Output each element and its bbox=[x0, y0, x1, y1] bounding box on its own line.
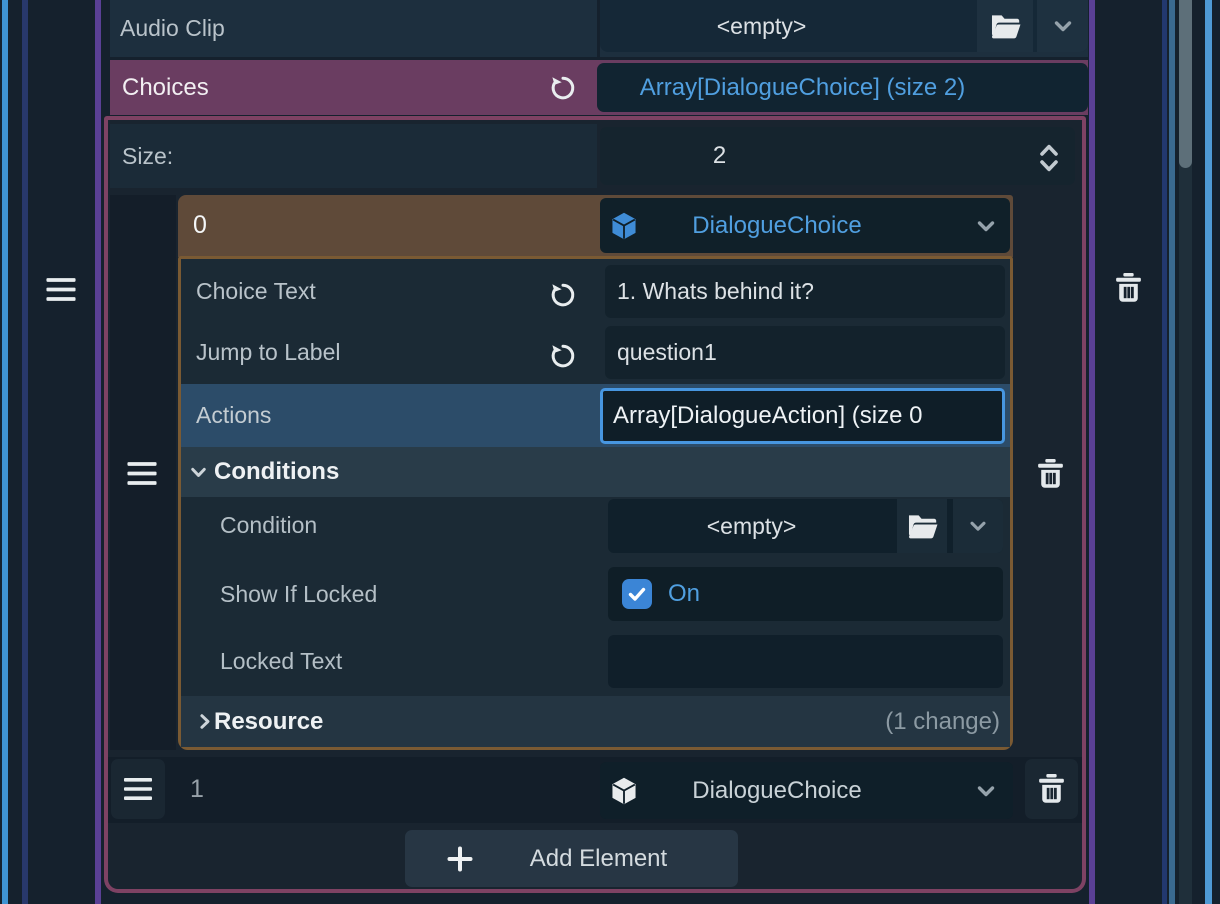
show-if-locked-state: On bbox=[668, 567, 700, 621]
array-size-spinbox[interactable]: 2 bbox=[600, 127, 1075, 185]
element-0-index: 0 bbox=[193, 195, 207, 255]
property-label-choice-text: Choice Text bbox=[196, 265, 316, 318]
spinner-updown-icon[interactable] bbox=[1036, 141, 1062, 175]
chevron-down-icon[interactable] bbox=[974, 779, 998, 803]
chevron-down-icon bbox=[967, 515, 989, 537]
drag-handle-icon[interactable] bbox=[126, 460, 158, 487]
add-element-button[interactable]: Add Element bbox=[405, 830, 738, 887]
audio-clip-options-dropdown[interactable] bbox=[1037, 0, 1088, 52]
condition-options-dropdown[interactable] bbox=[953, 499, 1003, 553]
condition-empty-value[interactable]: <empty> bbox=[608, 499, 895, 553]
delete-element-1-button[interactable] bbox=[1025, 759, 1078, 819]
chevron-down-icon[interactable] bbox=[974, 214, 998, 238]
check-icon bbox=[626, 583, 648, 605]
chevron-collapsed-icon bbox=[194, 711, 215, 732]
chevron-down-icon bbox=[1051, 14, 1075, 38]
audio-clip-load-button[interactable] bbox=[977, 0, 1033, 52]
plus-icon bbox=[446, 845, 474, 873]
element-0-resource-name: DialogueChoice bbox=[612, 198, 942, 253]
property-label-locked-text: Locked Text bbox=[220, 635, 342, 688]
nesting-border-blue-left bbox=[2, 0, 8, 904]
revert-icon[interactable] bbox=[549, 74, 577, 102]
choices-array-toggle[interactable]: Array[DialogueChoice] (size 2) bbox=[597, 63, 1088, 112]
section-label-resource: Resource bbox=[214, 696, 323, 747]
element-1-index: 1 bbox=[190, 759, 204, 819]
drag-handle-icon[interactable] bbox=[111, 759, 165, 819]
audio-clip-empty-value[interactable]: <empty> bbox=[600, 0, 923, 52]
delete-element-0-button[interactable] bbox=[1035, 458, 1066, 491]
revert-icon[interactable] bbox=[549, 342, 577, 370]
delete-element-button[interactable] bbox=[1113, 272, 1144, 305]
element-1-resource-name: DialogueChoice bbox=[612, 762, 942, 819]
nesting-border-steel-right bbox=[1169, 0, 1175, 904]
drag-handle-icon[interactable] bbox=[45, 276, 77, 303]
outer-array-border-right bbox=[1089, 0, 1095, 904]
resource-change-count: (1 change) bbox=[700, 696, 1000, 747]
section-label-conditions: Conditions bbox=[214, 447, 339, 497]
show-if-locked-checkbox[interactable] bbox=[622, 579, 652, 609]
nesting-border-blue-right bbox=[1205, 0, 1212, 904]
outer-array-border-left bbox=[95, 0, 101, 904]
inspector-panel: Audio Clip <empty> Choices Array[Dialogu… bbox=[0, 0, 1220, 904]
nesting-border-navy-right bbox=[1162, 0, 1167, 904]
folder-icon bbox=[906, 512, 939, 540]
folder-icon bbox=[989, 12, 1022, 40]
property-label-condition: Condition bbox=[220, 497, 317, 553]
chevron-expanded-icon bbox=[188, 462, 209, 483]
actions-array-input[interactable] bbox=[600, 388, 1005, 444]
property-label-audio-clip: Audio Clip bbox=[110, 0, 597, 57]
condition-load-button[interactable] bbox=[897, 499, 947, 553]
locked-text-field[interactable] bbox=[608, 635, 1003, 688]
property-label-choices: Choices bbox=[122, 60, 209, 115]
choice-text-field[interactable]: 1. Whats behind it? bbox=[605, 265, 1005, 318]
property-label-actions: Actions bbox=[196, 384, 271, 447]
property-label-show-if-locked: Show If Locked bbox=[220, 567, 377, 621]
property-label-jump-to-label: Jump to Label bbox=[196, 326, 340, 379]
revert-icon[interactable] bbox=[549, 281, 577, 309]
add-element-label: Add Element bbox=[530, 845, 667, 873]
scrollbar-thumb[interactable] bbox=[1179, 0, 1192, 168]
array-size-label: Size: bbox=[110, 124, 597, 188]
jump-to-label-field[interactable]: question1 bbox=[605, 326, 1005, 379]
nesting-border-navy-left bbox=[22, 0, 28, 904]
